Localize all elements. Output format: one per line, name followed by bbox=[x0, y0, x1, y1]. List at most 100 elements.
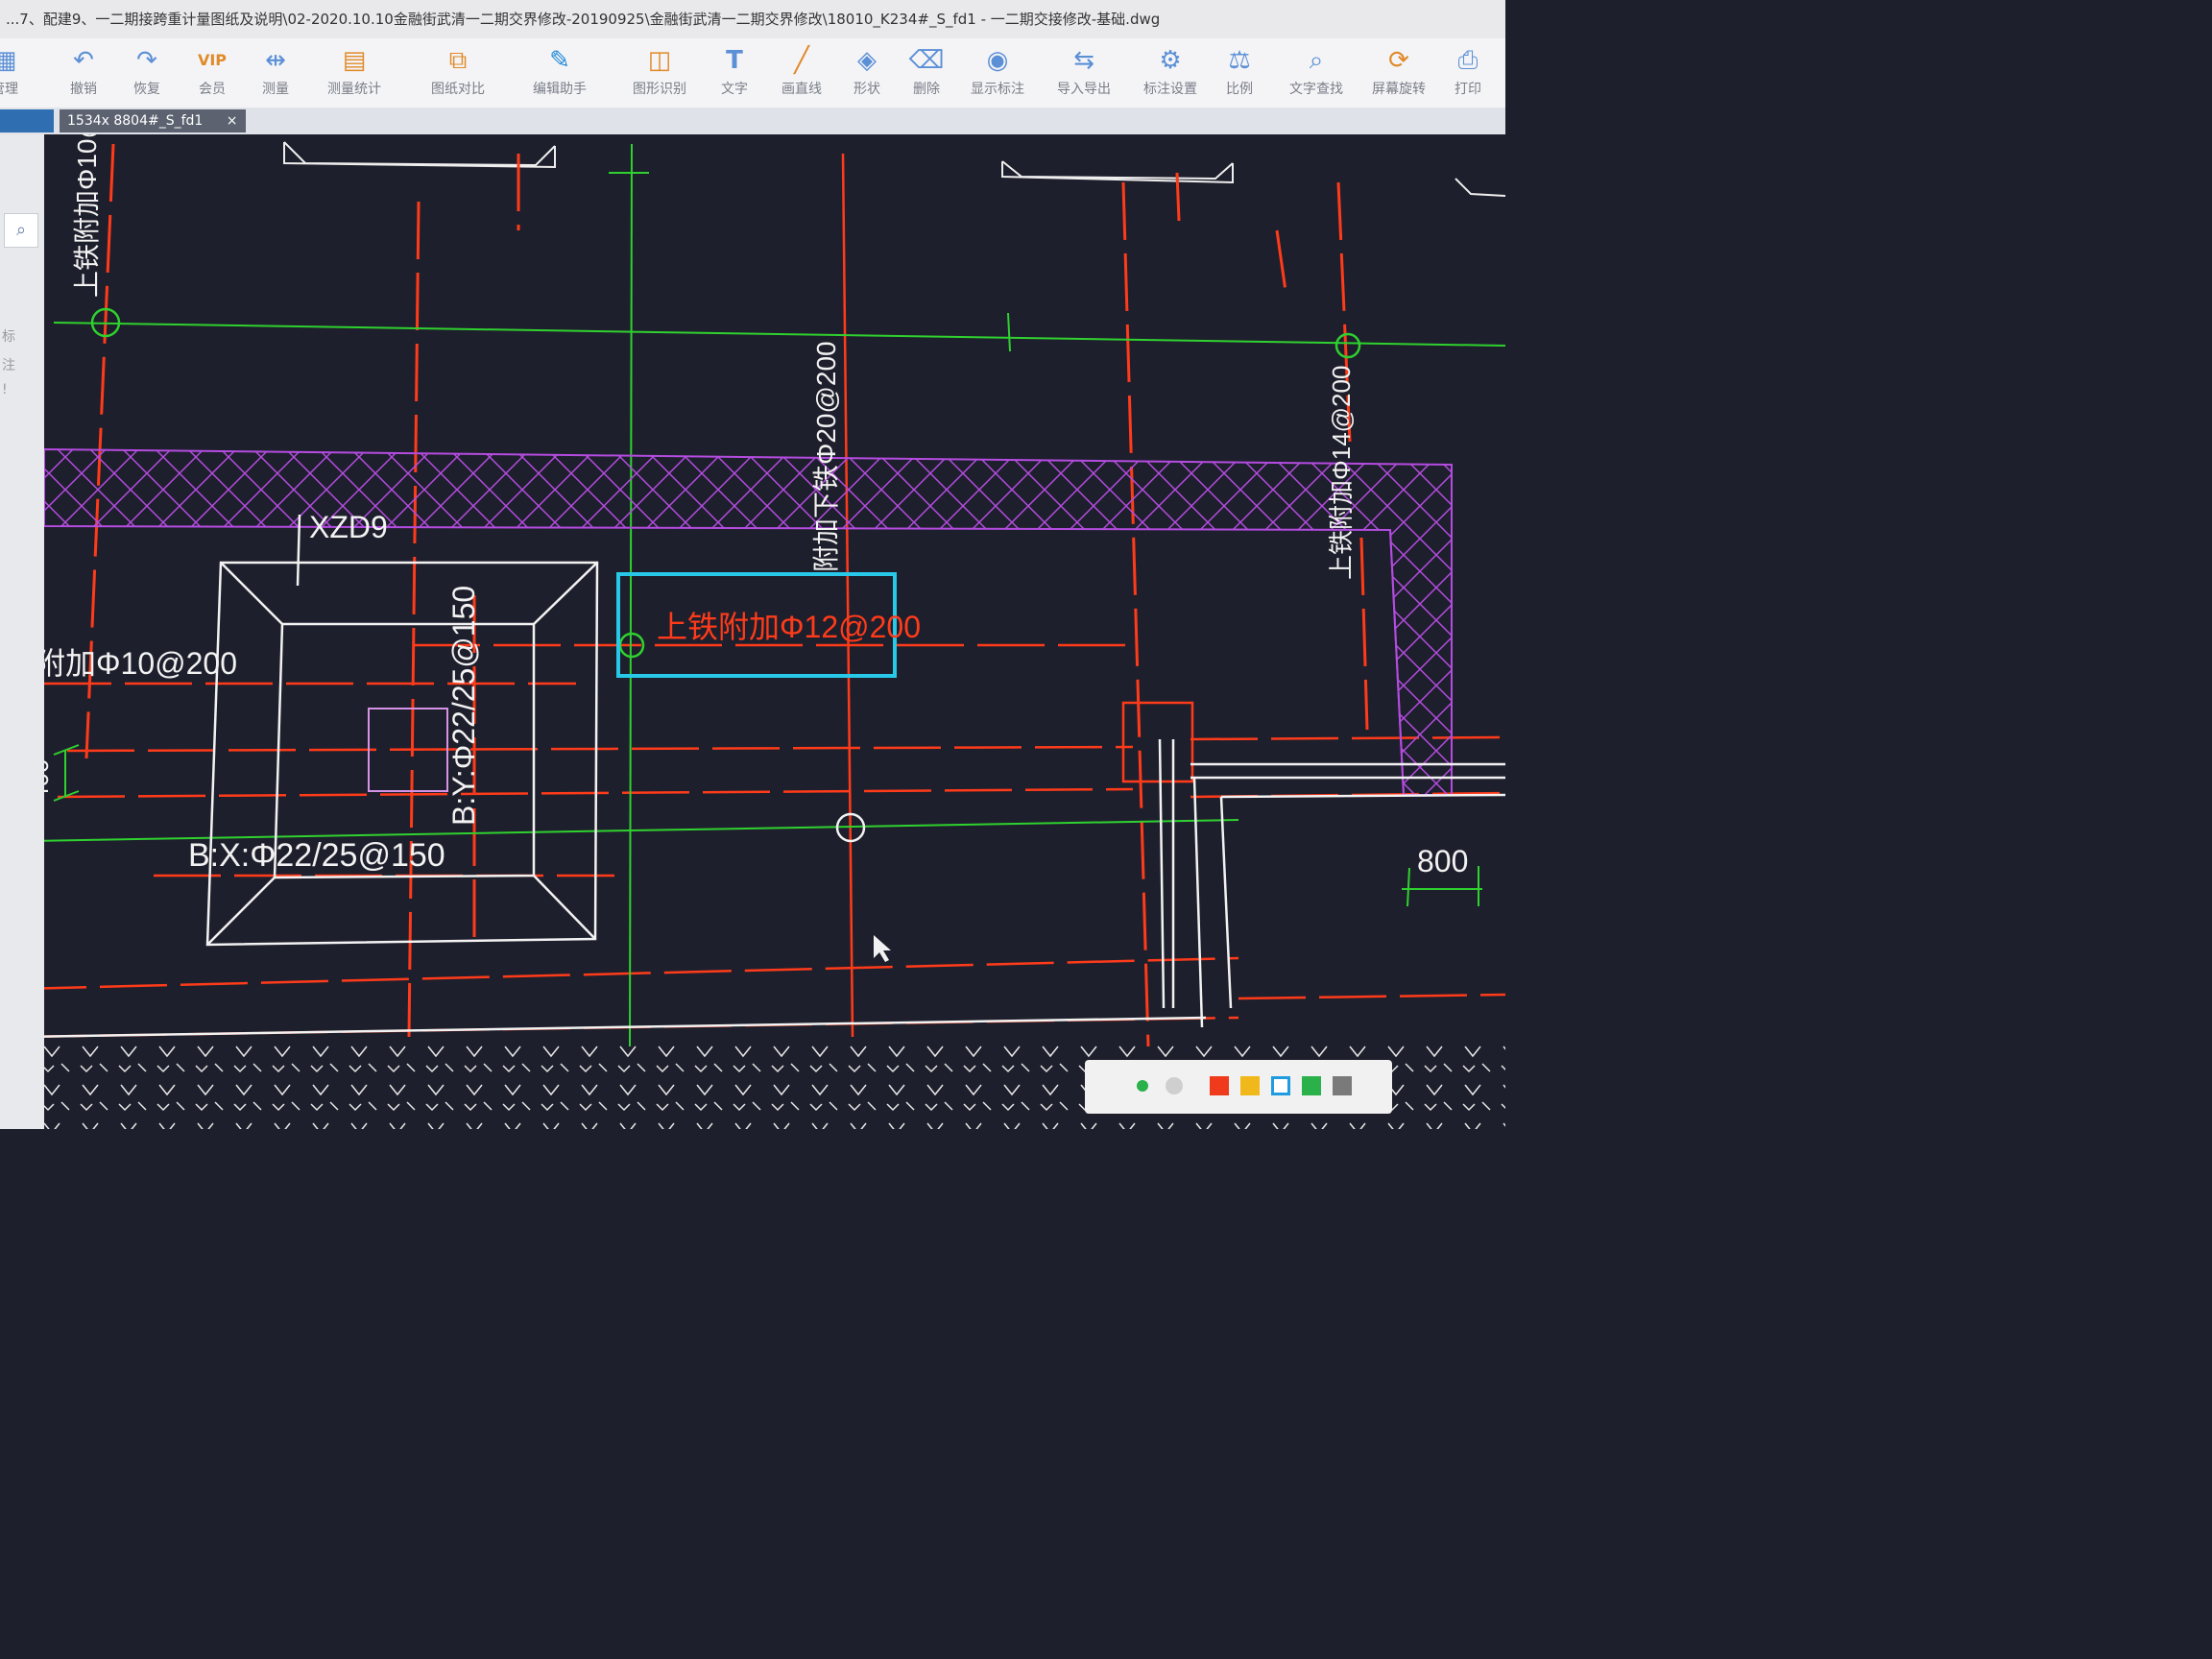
main-toolbar: ▦管理 ↶撤销 ↷恢复 VIP会员 ⇹测量 ▤测量统计 ⧉图纸对比 ✎编辑助手 … bbox=[0, 38, 1505, 108]
tool-label: 测量统计 bbox=[327, 82, 381, 97]
toolbar-rotate-screen[interactable]: ⟳ 屏幕旋转 bbox=[1365, 44, 1432, 98]
toolbar-measure-stats[interactable]: ▤ 测量统计 bbox=[321, 44, 388, 98]
window-title: ...7、配建9、一二期接跨重计量图纸及说明\02-2020.10.10金融街武… bbox=[6, 11, 1161, 28]
toolbar-text[interactable]: T 文字 bbox=[701, 44, 768, 98]
color-swatch-green[interactable] bbox=[1302, 1076, 1321, 1095]
toolbar-print[interactable]: ⎙ 打印 bbox=[1434, 44, 1502, 98]
label-top-left-vertical: 上铁附加Φ10@200 bbox=[72, 134, 102, 298]
rebar-verticals bbox=[84, 143, 1369, 1047]
color-swatch-yellow[interactable] bbox=[1240, 1076, 1260, 1095]
palette-dot[interactable] bbox=[1106, 1083, 1112, 1089]
tool-label: 画直线 bbox=[781, 82, 822, 97]
toolbar-measure[interactable]: ⇹ 测量 bbox=[242, 44, 309, 98]
tab-drawing[interactable]: 1534x 8804#_S_fd1 × bbox=[60, 109, 246, 132]
footing-top-right bbox=[1001, 160, 1234, 184]
side-text: 标 bbox=[2, 329, 15, 345]
label-right-vertical: 上铁附加Φ14@200 bbox=[1327, 366, 1356, 580]
toolbar-edit-assistant[interactable]: ✎ 编辑助手 bbox=[526, 44, 593, 98]
tool-label: 编辑助手 bbox=[533, 82, 587, 97]
tool-label: 删除 bbox=[913, 82, 940, 97]
footing-top-left bbox=[283, 141, 556, 169]
toolbar-text-search[interactable]: ⌕ 文字查找 bbox=[1283, 44, 1350, 98]
toolbar-import-export[interactable]: ⇆ 导入导出 bbox=[1050, 44, 1118, 98]
text-search-icon: ⌕ bbox=[1309, 46, 1324, 75]
line-icon: ╱ bbox=[794, 46, 809, 75]
tool-label: 撤销 bbox=[70, 82, 97, 97]
measure-stats-icon: ▤ bbox=[342, 46, 367, 75]
tool-label: 显示标注 bbox=[971, 82, 1024, 97]
tool-label: 图纸对比 bbox=[431, 82, 485, 97]
tool-label: 屏幕旋转 bbox=[1372, 82, 1426, 97]
undo-icon: ↶ bbox=[73, 46, 94, 75]
tool-label: 恢复 bbox=[133, 82, 160, 97]
tool-label: 标注设置 bbox=[1143, 82, 1197, 97]
toolbar-redo[interactable]: ↷ 恢复 bbox=[113, 44, 180, 98]
label-bx: B:X:Φ22/25@150 bbox=[188, 837, 445, 874]
toolbar-shape[interactable]: ◈ 形状 bbox=[833, 44, 901, 98]
color-swatch-gray[interactable] bbox=[1333, 1076, 1352, 1095]
left-side-panel: ⌕ 标 注 ! bbox=[0, 134, 44, 1129]
label-xzd9: XZD9 bbox=[309, 510, 388, 544]
compare-icon: ⧉ bbox=[448, 46, 468, 75]
label-highlight: 上铁附加Φ12@200 bbox=[657, 610, 921, 644]
import-export-icon: ⇆ bbox=[1073, 46, 1094, 75]
palette-dot[interactable] bbox=[1166, 1077, 1183, 1094]
vip-icon: VIP bbox=[197, 51, 228, 69]
eye-icon: ◉ bbox=[986, 46, 1009, 75]
text-icon: T bbox=[726, 46, 743, 75]
tool-label: 导入导出 bbox=[1057, 82, 1111, 97]
measure-icon: ⇹ bbox=[265, 46, 286, 75]
toolbar-compare[interactable]: ⧉ 图纸对比 bbox=[424, 44, 492, 98]
ground-line bbox=[18, 1016, 1207, 1039]
tool-label: 形状 bbox=[854, 82, 880, 97]
palette-dot-selected[interactable] bbox=[1137, 1080, 1148, 1092]
label-dim-400: 400 bbox=[44, 759, 54, 801]
label-dim-800: 800 bbox=[1417, 844, 1468, 878]
toolbar-scale[interactable]: ⚖ 比例 bbox=[1206, 44, 1273, 98]
window-title-bar: ...7、配建9、一二期接跨重计量图纸及说明\02-2020.10.10金融街武… bbox=[0, 0, 1505, 38]
axis-lines bbox=[28, 143, 1506, 1047]
tool-label: 管理 bbox=[0, 82, 18, 97]
tool-label: 文字查找 bbox=[1289, 82, 1343, 97]
toolbar-annotation-settings[interactable]: ⚙ 标注设置 bbox=[1137, 44, 1204, 98]
eraser-icon: ⌫ bbox=[908, 46, 945, 75]
tool-label: 会员 bbox=[199, 82, 226, 97]
footing-top-edge bbox=[1455, 178, 1506, 197]
tool-label: 打印 bbox=[1455, 82, 1481, 97]
toolbar-vip[interactable]: VIP 会员 bbox=[179, 44, 246, 98]
tab-close-icon[interactable]: × bbox=[227, 113, 238, 129]
label-center-vertical: 附加下铁Φ20@200 bbox=[811, 341, 841, 572]
color-swatch-blue[interactable] bbox=[1271, 1076, 1290, 1095]
tool-label: 文字 bbox=[721, 82, 748, 97]
tab-label: 1534x 8804#_S_fd1 bbox=[67, 113, 204, 129]
label-left-horizontal: 附加Φ10@200 bbox=[44, 646, 237, 681]
tab-bar: 1534x 8804#_S_fd1 × bbox=[0, 108, 1505, 134]
cad-drawing: 上铁附加Φ10@200 XZD9 附加Φ10@200 B:Y:Φ22/25@15… bbox=[18, 66, 1506, 1129]
toolbar-undo[interactable]: ↶ 撤销 bbox=[50, 44, 117, 98]
toolbar-manage[interactable]: ▦ 管理 bbox=[0, 44, 38, 98]
color-palette bbox=[1085, 1060, 1392, 1114]
shape-icon: ◈ bbox=[857, 46, 877, 75]
rotate-screen-icon: ⟳ bbox=[1388, 46, 1409, 75]
edit-assistant-icon: ✎ bbox=[549, 46, 570, 75]
column-right bbox=[1121, 701, 1194, 783]
wall-lines-right bbox=[1158, 738, 1506, 1028]
color-swatch-red[interactable] bbox=[1210, 1076, 1229, 1095]
tool-label: 测量 bbox=[262, 82, 289, 97]
pile-cap bbox=[205, 514, 599, 947]
label-by: B:Y:Φ22/25@150 bbox=[446, 586, 481, 826]
drawing-canvas[interactable]: 上铁附加Φ10@200 XZD9 附加Φ10@200 B:Y:Φ22/25@15… bbox=[18, 66, 1506, 1129]
toolbar-shape-recognition[interactable]: ◫ 图形识别 bbox=[626, 44, 693, 98]
cursor-icon bbox=[874, 935, 891, 962]
manage-icon: ▦ bbox=[0, 46, 17, 75]
annotation-settings-icon: ⚙ bbox=[1159, 46, 1182, 75]
tool-label: 比例 bbox=[1226, 82, 1253, 97]
side-text: ! bbox=[2, 382, 8, 397]
toolbar-show-annotation[interactable]: ◉ 显示标注 bbox=[964, 44, 1031, 98]
rebar-center-line bbox=[841, 153, 854, 1038]
toolbar-delete[interactable]: ⌫ 删除 bbox=[893, 44, 960, 98]
toolbar-line[interactable]: ╱ 画直线 bbox=[768, 44, 835, 98]
tab-side-toggle[interactable] bbox=[0, 109, 54, 132]
tool-label: 图形识别 bbox=[633, 82, 686, 97]
search-icon[interactable]: ⌕ bbox=[4, 213, 38, 248]
